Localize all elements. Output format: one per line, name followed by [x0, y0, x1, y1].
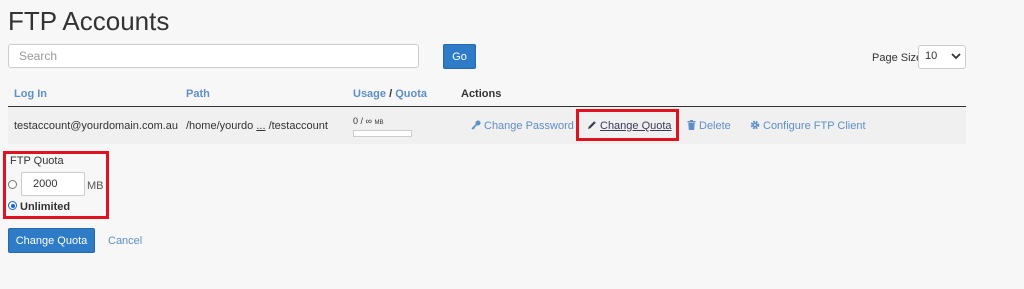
page-title: FTP Accounts	[8, 6, 170, 36]
path-expand-link[interactable]: ...	[256, 120, 265, 132]
usage-progress-bar	[353, 130, 412, 137]
trash-icon	[687, 120, 696, 130]
row-login: testaccount@yourdomain.com.au	[14, 120, 179, 132]
header-separator: /	[389, 88, 393, 100]
highlight-ftp-quota	[3, 151, 109, 219]
page-size-select[interactable]: 10	[918, 45, 966, 69]
page-size-value: 10	[925, 50, 938, 62]
page-size-label: Page Size	[872, 52, 923, 64]
path-end: /testaccount	[268, 120, 328, 132]
column-header-actions: Actions	[461, 88, 502, 100]
row-path: /home/yourdo ... /testaccount	[186, 120, 328, 132]
column-header-login[interactable]: Log In	[14, 88, 47, 100]
column-header-quota[interactable]: Quota	[395, 88, 427, 100]
delete-link[interactable]: Delete	[687, 120, 731, 132]
row-usage: 0 / ∞ MB	[353, 116, 383, 126]
column-header-usage-quota[interactable]: Usage / Quota	[353, 88, 427, 100]
path-start: /home/yourdo	[186, 120, 254, 132]
highlight-change-quota	[576, 109, 679, 141]
go-button[interactable]: Go	[443, 44, 476, 69]
change-quota-button[interactable]: Change Quota	[8, 228, 95, 253]
configure-ftp-client-link[interactable]: Configure FTP Client	[750, 120, 866, 132]
usage-value: 0 / ∞	[353, 116, 372, 126]
usage-unit: MB	[374, 120, 384, 126]
search-input[interactable]	[8, 44, 419, 68]
chevron-down-icon	[951, 53, 961, 60]
key-icon	[471, 120, 481, 130]
column-header-path[interactable]: Path	[186, 88, 210, 100]
gear-icon	[750, 120, 760, 130]
column-header-usage[interactable]: Usage	[353, 88, 386, 100]
change-password-link[interactable]: Change Password	[471, 120, 574, 132]
cancel-link[interactable]: Cancel	[108, 235, 142, 247]
